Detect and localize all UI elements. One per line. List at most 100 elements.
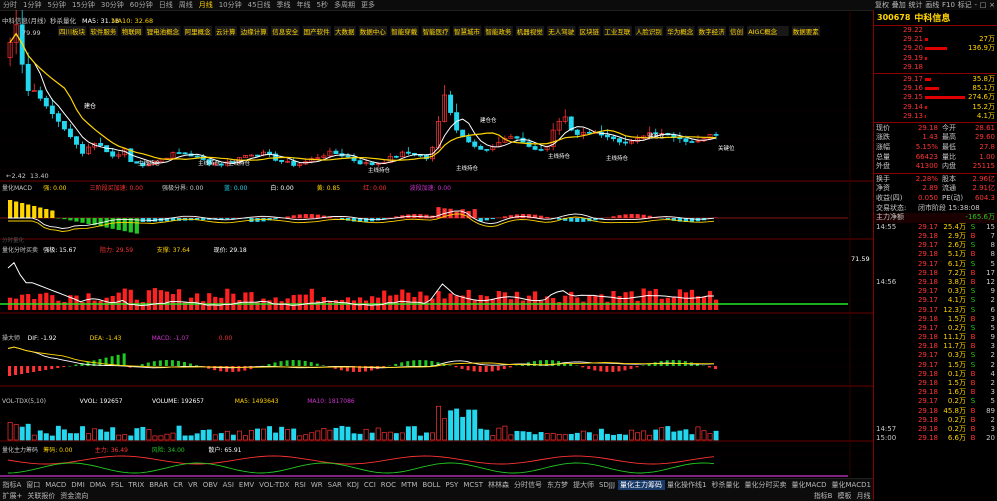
period-tab[interactable]: 10分钟 [216,0,245,10]
period-tab[interactable]: 30分钟 [98,0,127,10]
fenshi-bar [587,295,591,310]
indicator-tab[interactable]: 窗口 [24,480,43,490]
tick-price: 29.18 [904,388,938,397]
period-tab[interactable]: 年线 [294,0,314,10]
tick-row: 29.180.1万B4 [874,370,997,379]
stock-header: 300678 中科信息 [874,10,997,26]
function-button[interactable]: 标记 [958,0,972,10]
indicator-tab-extra[interactable]: 资金流向 [58,491,91,501]
volume-bar [485,430,489,440]
function-button[interactable]: F10 [942,1,955,9]
indicator-tab[interactable]: 分时信号 [512,480,545,490]
indicator-tab[interactable]: PSY [443,481,461,489]
indicator-tab[interactable]: CCI [361,481,378,489]
dif-bar [316,364,319,366]
indicator-tab[interactable]: 量化MACD [789,480,829,490]
bottom-right-tab[interactable]: 月线 [854,491,873,501]
kline-chart[interactable]: 中科信息(月线)秒杀量化MA5: 31.13MA10: 32.6879.99←2… [0,10,873,478]
candle-body [690,142,694,143]
macd-bar [292,215,296,218]
fenshi-bar [485,296,489,310]
period-tab[interactable]: 分时 [0,0,20,10]
indicator-tab[interactable]: 量化分时买卖 [742,480,789,490]
main-flow-label: 主力净额 [874,213,924,223]
volume-bar [20,427,24,440]
stock-name: 中科信息 [914,11,950,24]
indicator-tab[interactable]: FSL [109,481,126,489]
indicator-tab[interactable]: KDJ [344,481,361,489]
indicator-tab[interactable]: 量化主力筹码 [618,480,665,490]
period-tab[interactable]: 季线 [274,0,294,10]
candle-body [623,142,627,143]
period-tab[interactable]: 45日线 [245,0,274,10]
indicator-tab[interactable]: 量化操作线1 [665,480,709,490]
indicator-tab[interactable]: MACD [43,481,69,489]
dif-bar [159,360,162,366]
period-tab[interactable]: 月线 [196,0,216,10]
function-button[interactable]: □ [980,1,987,9]
period-tab[interactable]: 60分钟 [127,0,156,10]
indicator-tab[interactable]: TRIX [126,481,147,489]
main-flow-row: 主力净额 -165.6万 [874,213,997,223]
volume-bar [521,432,525,440]
function-button[interactable]: 叠加 [892,0,906,10]
bottom-right-tab[interactable]: 指标B [811,491,835,501]
period-tab[interactable]: 多周期 [331,0,358,10]
indicator-tab[interactable]: VOL-TDX [257,481,292,489]
volume-bar [545,433,549,440]
candle-body [99,143,103,145]
indicator-tab-extra[interactable]: 关联报价 [25,491,58,501]
period-tab[interactable]: 1分钟 [20,0,44,10]
indicator-tab[interactable]: 提大师 [571,480,597,490]
indicator-tab[interactable]: MTM [399,481,420,489]
period-tab[interactable]: 5分钟 [44,0,68,10]
tick-count: 12 [980,278,997,287]
tick-time [874,315,904,324]
bottom-right-tab[interactable]: 模板 [835,491,854,501]
volume-bar [340,426,344,440]
macd-legend: 红: 0.00 [363,184,386,192]
candle-body [32,91,36,92]
macd-bar [105,218,109,228]
indicator-tab[interactable]: 秒杀量化 [709,480,742,490]
function-button[interactable]: 画线 [925,0,939,10]
indicator-tab[interactable]: WR [308,481,325,489]
volume-bar [708,434,712,440]
indicator-tab[interactable]: VR [186,481,201,489]
chart-area[interactable]: 中科信息(月线)秒杀量化MA5: 31.13MA10: 32.6879.99←2… [0,10,873,478]
indicator-tab[interactable]: CR [171,481,186,489]
period-tab[interactable]: 周线 [176,0,196,10]
indicator-tab[interactable]: 东方梦 [545,480,571,490]
order-book-row: 29.134.1万 [874,112,997,121]
indicator-tab[interactable]: DMA [87,481,108,489]
function-button[interactable]: × [989,1,995,9]
sector-tag: 智能政务 [485,27,512,36]
indicator-tab[interactable]: ASI [220,481,236,489]
indicator-tab[interactable]: DMI [69,481,88,489]
period-tab[interactable]: 15分钟 [69,0,98,10]
period-tab[interactable]: 日线 [156,0,176,10]
indicator-tab[interactable]: 林林森 [486,480,512,490]
indicator-tab[interactable]: ROC [378,481,398,489]
dif-bar [153,361,156,366]
indicator-tab[interactable]: RSI [292,481,308,489]
indicator-tab[interactable]: OBV [200,481,220,489]
tick-list[interactable]: 14:5529.1725.4万S1529.182.9万B729.172.6万S8… [874,223,997,444]
tick-time [874,370,904,379]
indicator-tab[interactable]: BOLL [420,481,443,489]
period-tab[interactable]: 5秒 [314,0,331,10]
indicator-tab[interactable]: 指标A [0,480,24,490]
candle-body [68,129,72,137]
function-button[interactable]: 统计 [909,0,923,10]
indicator-tab[interactable]: SDJJJ [597,481,618,489]
function-button[interactable]: - [974,1,977,9]
indicator-tab[interactable]: BRAR [147,481,171,489]
indicator-tab[interactable]: MCST [461,481,486,489]
dif-bar [497,366,500,370]
function-button[interactable]: 复权 [875,0,889,10]
period-tab[interactable]: 更多 [358,0,378,10]
indicator-tab[interactable]: SAR [325,481,344,489]
indicator-tab[interactable]: EMV [236,481,256,489]
indicator-tab-extra[interactable]: 扩展+ [0,491,25,501]
indicator-tab[interactable]: 量化MACD1 [829,480,873,490]
